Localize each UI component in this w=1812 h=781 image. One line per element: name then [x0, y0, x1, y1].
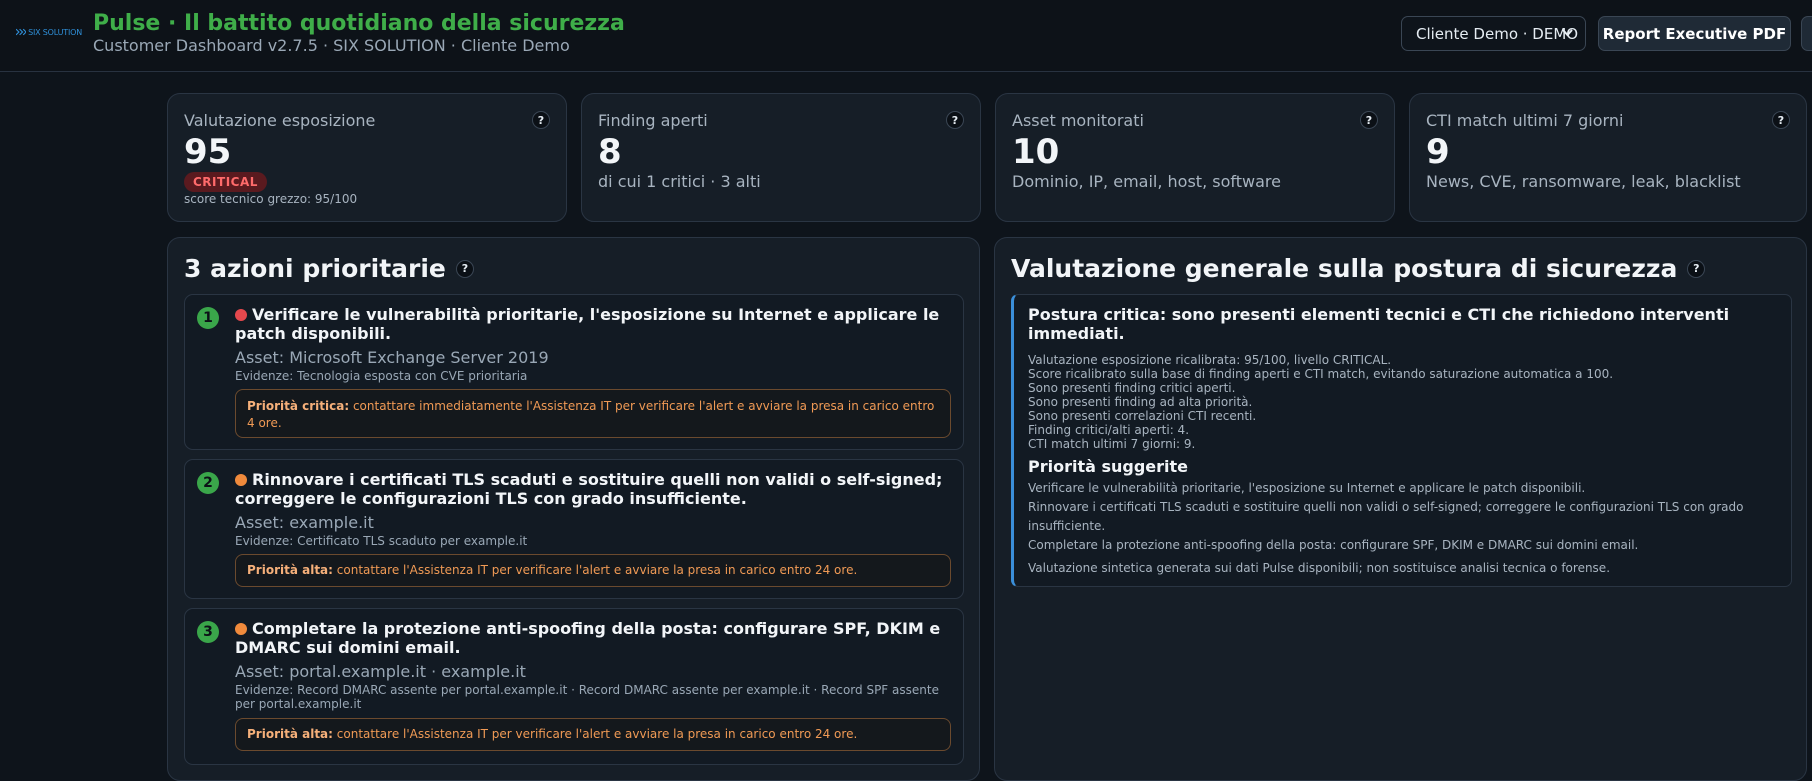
action-title: Rinnovare i certificati TLS scaduti e so…	[235, 470, 943, 508]
kpi-value: 8	[598, 132, 622, 172]
kpi-cti-card: CTI match ultimi 7 giorni ? 9 News, CVE,…	[1409, 93, 1807, 222]
help-icon[interactable]: ?	[1360, 111, 1378, 129]
action-title: Completare la protezione anti-spoofing d…	[235, 619, 941, 657]
suggestion-item: Completare la protezione anti-spoofing d…	[1028, 538, 1639, 552]
action-evidence: Evidenze: Certificato TLS scaduto per ex…	[235, 534, 528, 548]
help-icon[interactable]: ?	[1687, 259, 1706, 278]
action-number: 1	[197, 307, 219, 329]
action-item: 1 Verificare le vulnerabilità prioritari…	[184, 294, 964, 450]
suggestions-title: Priorità suggerite	[1028, 457, 1189, 476]
priority-note: Priorità alta: contattare l'Assistenza I…	[235, 554, 951, 587]
priority-note: Priorità critica: contattare immediatame…	[235, 389, 951, 438]
top-bar: SIX SOLUTION Pulse · Il battito quotidia…	[0, 0, 1812, 72]
suggestion-item: Verificare le vulnerabilità prioritarie,…	[1028, 481, 1586, 495]
posture-line: Score ricalibrato sulla base di finding …	[1028, 367, 1614, 381]
kpi-value: 95	[184, 132, 232, 172]
priority-actions-panel: 3 azioni prioritarie ? 1 Verificare le v…	[167, 237, 980, 781]
client-select-value: Cliente Demo · DEMO	[1416, 24, 1579, 43]
report-pdf-button[interactable]: Report Executive PDF	[1598, 16, 1791, 51]
action-evidence: Evidenze: Tecnologia esposta con CVE pri…	[235, 369, 528, 383]
status-badge: CRITICAL	[184, 172, 267, 192]
panel-title: Valutazione generale sulla postura di si…	[1011, 254, 1706, 283]
severity-dot-icon	[235, 623, 247, 635]
chevron-down-icon	[1562, 26, 1573, 43]
severity-dot-icon	[235, 474, 247, 486]
suggestions-list: Verificare le vulnerabilità prioritarie,…	[1028, 479, 1798, 555]
security-posture-panel: Valutazione generale sulla postura di si…	[994, 237, 1807, 781]
action-number: 3	[197, 621, 219, 643]
help-icon[interactable]: ?	[946, 111, 964, 129]
posture-line: Sono presenti correlazioni CTI recenti.	[1028, 409, 1257, 423]
suggestion-item: Rinnovare i certificati TLS scaduti e so…	[1028, 500, 1744, 533]
kpi-assets-card: Asset monitorati ? 10 Dominio, IP, email…	[995, 93, 1395, 222]
posture-line: CTI match ultimi 7 giorni: 9.	[1028, 437, 1196, 451]
action-asset: Asset: portal.example.it · example.it	[235, 662, 526, 681]
action-asset: Asset: example.it	[235, 513, 374, 532]
posture-summary-box: Postura critica: sono presenti elementi …	[1011, 294, 1792, 587]
posture-line: Sono presenti finding critici aperti.	[1028, 381, 1236, 395]
posture-line: Finding critici/alti aperti: 4.	[1028, 423, 1190, 437]
posture-line: Valutazione esposizione ricalibrata: 95/…	[1028, 353, 1392, 367]
kpi-label: Valutazione esposizione	[184, 111, 376, 130]
priority-note: Priorità alta: contattare l'Assistenza I…	[235, 718, 951, 751]
action-number: 2	[197, 472, 219, 494]
posture-disclaimer: Valutazione sintetica generata sui dati …	[1028, 561, 1611, 575]
app-subtitle: Customer Dashboard v2.7.5 · SIX SOLUTION…	[93, 36, 570, 55]
kpi-value: 9	[1426, 132, 1450, 172]
posture-headline: Postura critica: sono presenti elementi …	[1028, 305, 1730, 343]
help-icon[interactable]: ?	[532, 111, 550, 129]
client-select[interactable]: Cliente Demo · DEMO	[1401, 16, 1586, 51]
chevrons-logo-icon	[16, 28, 27, 36]
logo-text: SIX SOLUTION	[28, 27, 82, 37]
kpi-findings-card: Finding aperti ? 8 di cui 1 critici · 3 …	[581, 93, 981, 222]
app-title: Pulse · Il battito quotidiano della sicu…	[93, 11, 625, 36]
panel-title: 3 azioni prioritarie ?	[184, 254, 474, 283]
action-asset: Asset: Microsoft Exchange Server 2019	[235, 348, 549, 367]
action-item: 2 Rinnovare i certificati TLS scaduti e …	[184, 459, 964, 599]
help-icon[interactable]: ?	[455, 259, 474, 278]
panel-title-text: Valutazione generale sulla postura di si…	[1011, 254, 1678, 283]
kpi-sub: News, CVE, ransomware, leak, blacklist	[1426, 172, 1741, 191]
kpi-label: Asset monitorati	[1012, 111, 1144, 130]
action-evidence: Evidenze: Record DMARC assente per porta…	[235, 683, 939, 711]
kpi-value: 10	[1012, 132, 1060, 172]
overflow-button[interactable]	[1801, 16, 1812, 51]
kpi-label: CTI match ultimi 7 giorni	[1426, 111, 1624, 130]
action-title: Verificare le vulnerabilità prioritarie,…	[235, 305, 940, 343]
severity-dot-icon	[235, 309, 247, 321]
panel-title-text: 3 azioni prioritarie	[184, 254, 446, 283]
kpi-note: score tecnico grezzo: 95/100	[184, 192, 358, 206]
kpi-exposure-card: Valutazione esposizione ? 95 CRITICAL sc…	[167, 93, 567, 222]
posture-details: Valutazione esposizione ricalibrata: 95/…	[1028, 353, 1798, 451]
brand-logo: SIX SOLUTION	[16, 24, 82, 40]
kpi-sub: di cui 1 critici · 3 alti	[598, 172, 761, 191]
help-icon[interactable]: ?	[1772, 111, 1790, 129]
kpi-label: Finding aperti	[598, 111, 708, 130]
action-item: 3 Completare la protezione anti-spoofing…	[184, 608, 964, 765]
posture-line: Sono presenti finding ad alta priorità.	[1028, 395, 1253, 409]
kpi-sub: Dominio, IP, email, host, software	[1012, 172, 1281, 191]
